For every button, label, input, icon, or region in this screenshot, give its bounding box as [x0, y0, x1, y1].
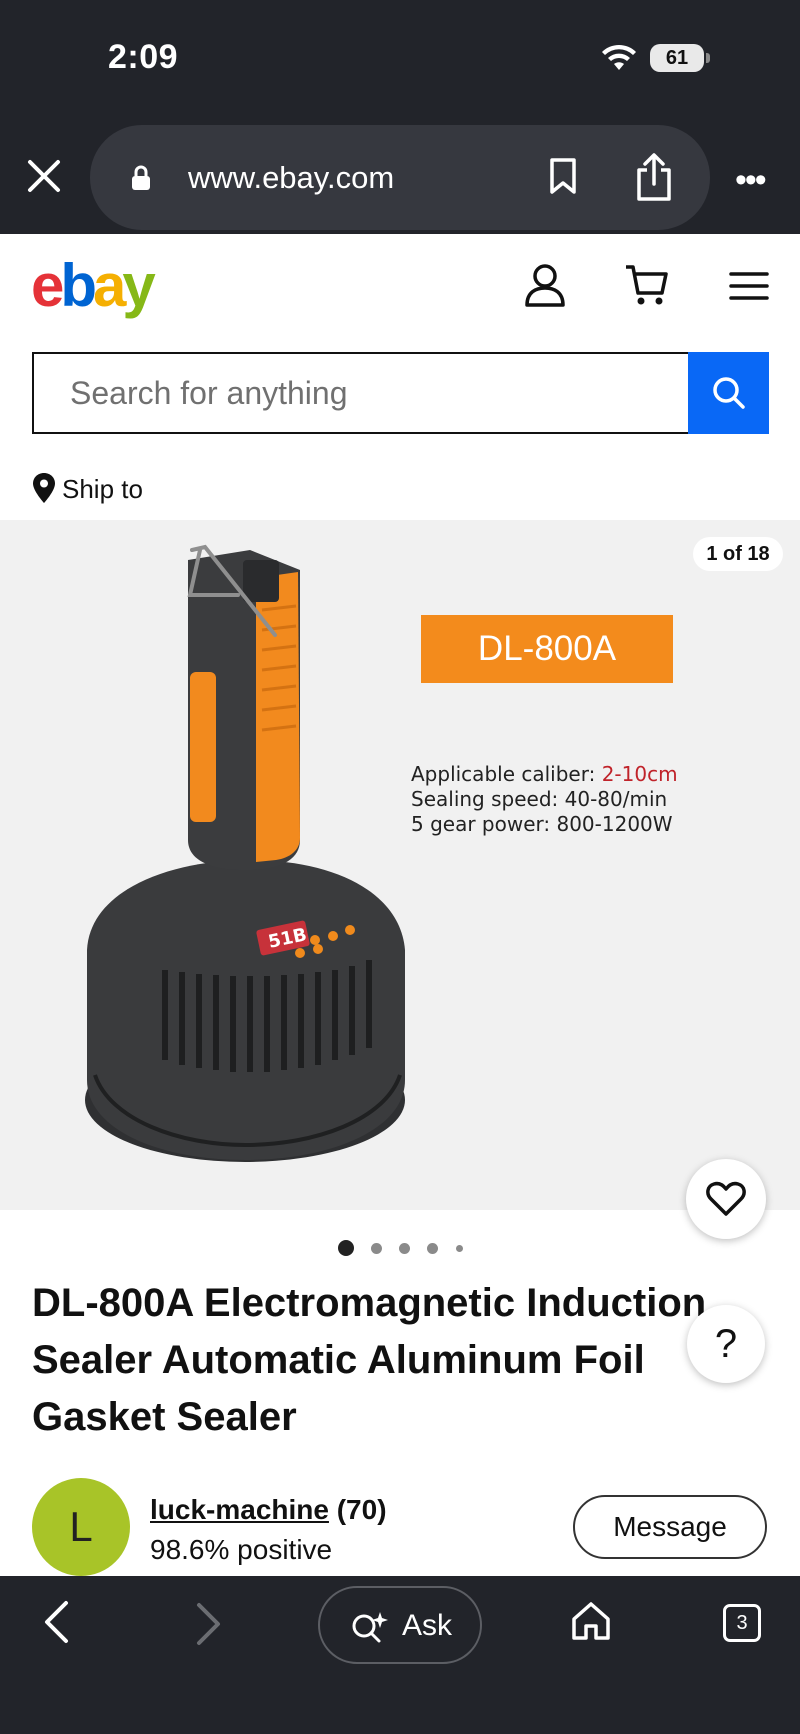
carousel-dot[interactable] [427, 1243, 438, 1254]
spec-list: Applicable caliber: 2-10cm Sealing speed… [411, 762, 678, 837]
ship-to-link[interactable]: Ship to [32, 472, 143, 505]
ebay-logo[interactable]: ebay [31, 251, 156, 320]
image-gallery[interactable]: 51B [0, 520, 800, 1210]
bookmark-icon[interactable] [548, 157, 578, 195]
address-bar[interactable] [90, 125, 710, 230]
spec-speed: Sealing speed: 40-80/min [411, 787, 668, 811]
ask-label: Ask [402, 1609, 453, 1642]
image-counter: 1 of 18 [693, 537, 783, 571]
seller-avatar[interactable]: L [32, 1478, 130, 1576]
seller-positive: 98.6% positive [150, 1534, 333, 1565]
listing-title: DL-800A Electromagnetic Induction Sealer… [32, 1281, 707, 1439]
battery-indicator: 61 [650, 44, 710, 72]
seller-info: luck-machine (70) [150, 1494, 387, 1526]
carousel-dot[interactable] [399, 1243, 410, 1254]
status-time: 2:09 [108, 38, 179, 76]
watchlist-button[interactable] [686, 1159, 766, 1239]
share-icon[interactable] [634, 152, 674, 202]
home-icon[interactable] [570, 1600, 612, 1642]
seller-name-link[interactable]: luck-machine [150, 1494, 329, 1525]
back-icon[interactable] [42, 1600, 72, 1644]
carousel-dot-active[interactable] [338, 1240, 354, 1256]
menu-icon[interactable] [729, 270, 769, 302]
spec-caliber: Applicable caliber: 2-10cm [411, 762, 678, 786]
tabs-button[interactable]: 3 [723, 1604, 761, 1642]
lock-icon [132, 165, 150, 190]
model-badge: DL-800A [421, 615, 673, 683]
wifi-icon [602, 44, 636, 70]
search-button[interactable] [688, 352, 769, 434]
seller-feedback-count: (70) [336, 1494, 387, 1525]
location-pin-icon [33, 473, 55, 503]
more-icon[interactable]: ••• [735, 163, 767, 197]
heart-icon [706, 1181, 746, 1216]
product-image[interactable]: 51B [0, 520, 800, 1210]
carousel-dot[interactable] [371, 1243, 382, 1254]
spec-power: 5 gear power: 800-1200W [411, 812, 673, 836]
cart-icon[interactable] [624, 262, 670, 308]
close-icon[interactable] [26, 158, 62, 194]
account-icon[interactable] [524, 262, 566, 308]
carousel-dot[interactable] [456, 1245, 463, 1252]
ask-search-sparkle-icon [352, 1612, 388, 1643]
forward-icon[interactable] [193, 1602, 223, 1646]
message-button[interactable]: Message [573, 1495, 767, 1559]
url-text[interactable]: www.ebay.com [188, 160, 394, 196]
ship-to-label: Ship to [62, 474, 143, 504]
search-icon [713, 377, 745, 409]
search-input[interactable] [34, 354, 690, 432]
help-button[interactable]: ? [687, 1305, 765, 1383]
ask-button[interactable]: Ask [318, 1586, 482, 1664]
search-box[interactable] [32, 352, 690, 434]
